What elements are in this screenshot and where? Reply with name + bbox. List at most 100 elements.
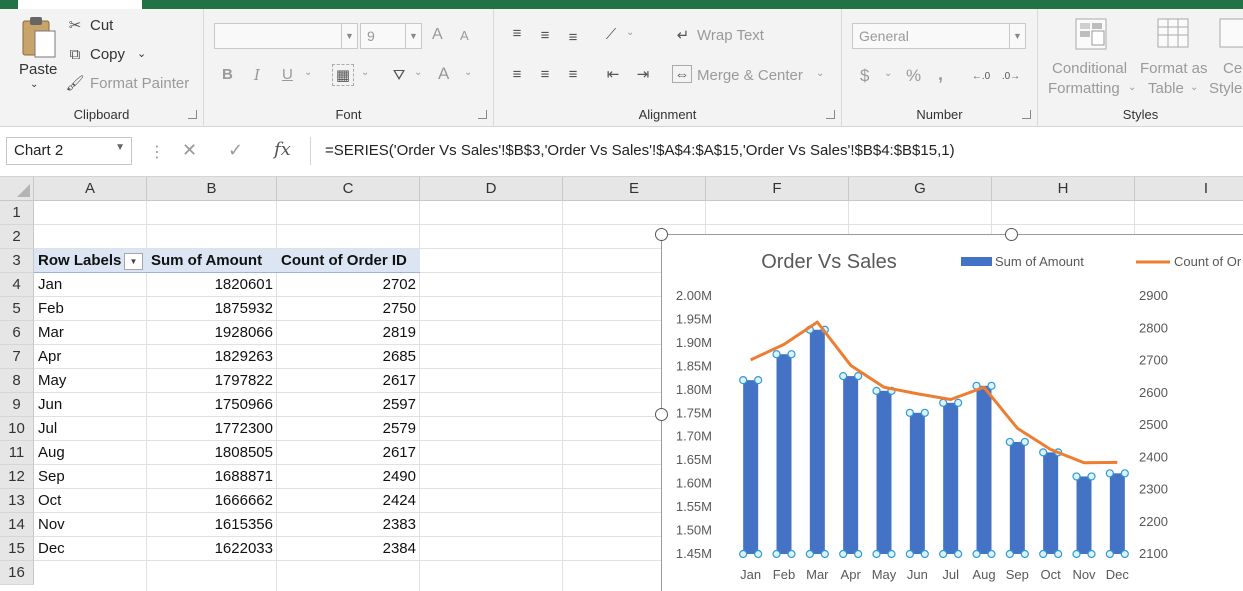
pivot-row-count[interactable]: 2490 <box>277 465 420 489</box>
font-name-dropdown-icon[interactable]: ▼ <box>341 24 357 48</box>
align-top-icon[interactable]: ≡ <box>506 23 528 43</box>
pivot-row-label[interactable]: Nov <box>34 513 147 537</box>
copy-button[interactable]: Copy <box>90 46 125 63</box>
pivot-row-count[interactable]: 2383 <box>277 513 420 537</box>
increase-indent-icon[interactable]: ⇥ <box>632 64 654 84</box>
pivot-row-count[interactable]: 2702 <box>277 273 420 297</box>
pivot-row-label[interactable]: Oct <box>34 489 147 513</box>
row-header-12[interactable]: 12 <box>0 465 34 489</box>
row-header-4[interactable]: 4 <box>0 273 34 297</box>
pivot-row-amount[interactable]: 1750966 <box>147 393 277 417</box>
italic-button[interactable]: I <box>254 66 260 84</box>
format-table-dropdown-icon[interactable]: ⌄ <box>1190 82 1198 93</box>
copy-dropdown-icon[interactable]: ⌄ <box>137 47 146 60</box>
insert-function-icon[interactable]: fx <box>274 139 291 160</box>
currency-button[interactable]: $ <box>860 66 869 86</box>
cell-styles-line1[interactable]: Cel <box>1223 60 1243 77</box>
decrease-font-button[interactable]: A <box>460 28 469 43</box>
font-size-select[interactable]: 9 ▼ <box>360 23 422 49</box>
pivot-header-count-order[interactable]: Count of Order ID <box>277 249 420 273</box>
number-format-select[interactable]: General ▼ <box>852 23 1026 49</box>
name-box-dropdown-icon[interactable]: ▼ <box>115 142 125 153</box>
pivot-row-label[interactable]: Jan <box>34 273 147 297</box>
row-header-5[interactable]: 5 <box>0 297 34 321</box>
row-header-6[interactable]: 6 <box>0 321 34 345</box>
row-header-11[interactable]: 11 <box>0 441 34 465</box>
name-box[interactable]: Chart 2 ▼ <box>6 137 132 165</box>
borders-dropdown-icon[interactable]: ⌄ <box>361 67 369 78</box>
row-header-13[interactable]: 13 <box>0 489 34 513</box>
font-color-button[interactable]: A <box>438 64 449 84</box>
number-launcher-icon[interactable] <box>1022 110 1031 119</box>
decrease-indent-icon[interactable]: ⇤ <box>602 64 624 84</box>
percent-button[interactable]: % <box>906 66 921 86</box>
fill-color-dropdown-icon[interactable]: ⌄ <box>414 67 422 78</box>
formula-input[interactable]: =SERIES('Order Vs Sales'!$B$3,'Order Vs … <box>310 137 1240 165</box>
cell-styles-icon[interactable] <box>1218 17 1243 51</box>
orientation-icon[interactable]: ⟋ <box>598 24 624 44</box>
pivot-row-count[interactable]: 2579 <box>277 417 420 441</box>
row-header-1[interactable]: 1 <box>0 201 34 225</box>
paste-button[interactable]: Paste <box>19 61 57 78</box>
row-labels-filter-icon[interactable]: ▼ <box>124 253 143 270</box>
bold-button[interactable]: B <box>222 66 233 83</box>
align-bottom-icon[interactable]: ≡ <box>562 27 584 47</box>
wrap-text-button[interactable]: Wrap Text <box>697 27 764 44</box>
pivot-row-label[interactable]: Apr <box>34 345 147 369</box>
pivot-row-count[interactable]: 2384 <box>277 537 420 561</box>
pivot-row-amount[interactable]: 1622033 <box>147 537 277 561</box>
align-center-icon[interactable]: ≡ <box>534 64 556 84</box>
row-header-8[interactable]: 8 <box>0 369 34 393</box>
pivot-row-count[interactable]: 2819 <box>277 321 420 345</box>
comma-button[interactable]: , <box>938 64 943 85</box>
format-painter-button[interactable]: Format Painter <box>90 75 189 92</box>
row-header-9[interactable]: 9 <box>0 393 34 417</box>
format-as-table-line1[interactable]: Format as <box>1140 60 1208 77</box>
row-header-7[interactable]: 7 <box>0 345 34 369</box>
column-header-e[interactable]: E <box>563 177 706 201</box>
column-header-a[interactable]: A <box>34 177 147 201</box>
column-header-f[interactable]: F <box>706 177 849 201</box>
pivot-row-label[interactable]: Sep <box>34 465 147 489</box>
increase-decimal-icon[interactable]: ←.0 <box>970 65 992 87</box>
row-header-10[interactable]: 10 <box>0 417 34 441</box>
pivot-row-amount[interactable]: 1829263 <box>147 345 277 369</box>
underline-button[interactable]: U <box>282 66 293 83</box>
select-all-button[interactable] <box>0 177 34 201</box>
row-header-15[interactable]: 15 <box>0 537 34 561</box>
merge-dropdown-icon[interactable]: ⌄ <box>816 68 824 79</box>
pivot-row-count[interactable]: 2685 <box>277 345 420 369</box>
conditional-dropdown-icon[interactable]: ⌄ <box>1128 82 1136 93</box>
row-header-2[interactable]: 2 <box>0 225 34 249</box>
column-header-d[interactable]: D <box>420 177 563 201</box>
confirm-entry-icon[interactable]: ✓ <box>228 140 243 161</box>
pivot-row-count[interactable]: 2617 <box>277 369 420 393</box>
pivot-row-amount[interactable]: 1808505 <box>147 441 277 465</box>
selected-ribbon-tab[interactable] <box>18 0 142 9</box>
font-size-dropdown-icon[interactable]: ▼ <box>405 24 421 48</box>
font-color-dropdown-icon[interactable]: ⌄ <box>464 67 472 78</box>
font-name-select[interactable]: ▼ <box>214 23 358 49</box>
number-format-dropdown-icon[interactable]: ▼ <box>1009 24 1025 48</box>
conditional-formatting-line2[interactable]: Formatting <box>1048 80 1120 97</box>
column-header-b[interactable]: B <box>147 177 277 201</box>
conditional-formatting-icon[interactable] <box>1074 17 1108 51</box>
paste-icon[interactable] <box>20 15 56 59</box>
resize-handle-top-middle[interactable] <box>1005 228 1018 241</box>
row-header-16[interactable]: 16 <box>0 561 34 585</box>
pivot-row-amount[interactable]: 1688871 <box>147 465 277 489</box>
pivot-row-label[interactable]: Feb <box>34 297 147 321</box>
font-launcher-icon[interactable] <box>478 110 487 119</box>
decrease-decimal-icon[interactable]: .0→ <box>1000 65 1022 87</box>
pivot-row-amount[interactable]: 1820601 <box>147 273 277 297</box>
pivot-row-count[interactable]: 2597 <box>277 393 420 417</box>
column-header-i[interactable]: I <box>1135 177 1243 201</box>
merge-center-button[interactable]: Merge & Center <box>697 67 803 84</box>
paste-dropdown-icon[interactable]: ⌄ <box>30 79 38 90</box>
pivot-row-amount[interactable]: 1615356 <box>147 513 277 537</box>
conditional-formatting-line1[interactable]: Conditional <box>1052 60 1127 77</box>
clipboard-launcher-icon[interactable] <box>188 110 197 119</box>
underline-dropdown-icon[interactable]: ⌄ <box>304 67 312 78</box>
format-as-table-icon[interactable] <box>1156 17 1192 51</box>
row-header-14[interactable]: 14 <box>0 513 34 537</box>
